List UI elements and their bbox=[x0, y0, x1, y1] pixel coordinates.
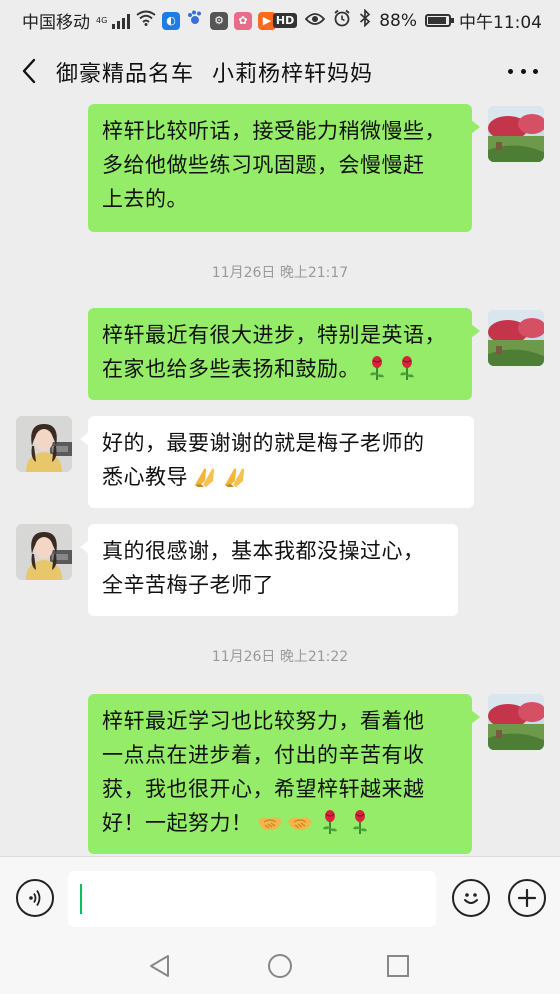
status-bar: 中国移动 4G ◐ ⚙ ✿ ▶ ··· HD 88% 中午11:04 bbox=[0, 0, 560, 38]
message-bubble[interactable]: 梓轩比较听话，接受能力稍微慢些， 多给他做些练习巩固题，会慢慢赶 上去的。 bbox=[88, 104, 480, 232]
chevron-left-icon bbox=[22, 58, 36, 84]
hd-voice-badge: HD bbox=[272, 13, 298, 28]
message-line: 梓轩比较听话，接受能力稍微慢些， bbox=[102, 119, 446, 143]
message-bubble[interactable]: 真的很感谢，基本我都没操过心， 全辛苦梅子老师了 bbox=[80, 524, 458, 616]
nav-recents-button[interactable] bbox=[382, 950, 414, 982]
wifi-icon bbox=[136, 10, 156, 31]
carrier-label: 中国移动 bbox=[22, 13, 90, 33]
paw-app-icon bbox=[186, 9, 204, 32]
browser-app-icon: ◐ bbox=[162, 11, 180, 30]
plus-icon bbox=[517, 888, 537, 908]
voice-icon bbox=[29, 890, 41, 906]
message-input[interactable] bbox=[68, 871, 436, 927]
avatar-self[interactable] bbox=[488, 694, 544, 750]
emoji-button[interactable] bbox=[452, 879, 490, 917]
triangle-back-icon bbox=[150, 955, 169, 977]
message-line: 梓轩最近有很大进步，特别是英语， bbox=[102, 323, 446, 347]
message-line: 梓轩最近学习也比较努力，看着他 bbox=[102, 709, 425, 733]
timestamp: 11月26日 晚上21:22 bbox=[211, 649, 349, 665]
system-nav-bar bbox=[0, 938, 560, 994]
alarm-icon bbox=[333, 9, 351, 32]
handshake-icon bbox=[257, 817, 282, 830]
battery-icon bbox=[425, 14, 454, 27]
timestamp: 11月26日 晚上21:17 bbox=[211, 265, 349, 281]
message-bubble[interactable]: 梓轩最近学习也比较努力，看着他 一点点在进步着，付出的辛苦有收 获，我也很开心，… bbox=[88, 694, 480, 854]
avatar-self[interactable] bbox=[488, 310, 544, 366]
bluetooth-icon bbox=[359, 8, 371, 32]
message-line: 真的很感谢，基本我都没操过心， bbox=[102, 539, 425, 563]
message-text: 好！一起努力！ bbox=[102, 811, 253, 835]
circle-home-icon bbox=[268, 954, 292, 978]
signal-icon bbox=[112, 13, 130, 29]
clock-time: 中午11:04 bbox=[459, 13, 542, 33]
avatar-contact[interactable] bbox=[16, 524, 72, 580]
message-line: 好！一起努力！ bbox=[102, 806, 458, 840]
rose-icon bbox=[370, 356, 384, 380]
rose-icon bbox=[322, 810, 337, 834]
message-line: 上去的。 bbox=[102, 187, 188, 211]
message-line: 悉心教导 bbox=[102, 460, 460, 494]
more-dot-icon bbox=[533, 68, 538, 74]
folded-hands-icon bbox=[225, 468, 244, 487]
avatar-self[interactable] bbox=[488, 106, 544, 162]
more-options-button[interactable] bbox=[508, 64, 538, 78]
handshake-icon bbox=[287, 817, 312, 830]
message-text: 悉心教导 bbox=[102, 465, 188, 489]
smiley-icon bbox=[464, 893, 478, 904]
message-bubble[interactable]: 梓轩最近有很大进步，特别是英语， 在家也给多些表扬和鼓励。 bbox=[88, 308, 480, 400]
group-name: 御豪精品名车 bbox=[56, 62, 195, 87]
message-line: 多给他做些练习巩固题，会慢慢赶 bbox=[102, 153, 425, 177]
settings-app-icon: ⚙ bbox=[210, 11, 228, 30]
text-caret bbox=[80, 884, 82, 914]
message-line: 获，我也很开心，希望梓轩越来越 bbox=[102, 777, 425, 801]
status-right: HD 88% 中午11:04 bbox=[272, 8, 542, 33]
message-text: 在家也给多些表扬和鼓励。 bbox=[102, 357, 360, 381]
contact-name: 小莉杨梓轩妈妈 bbox=[212, 62, 374, 87]
rose-icon bbox=[352, 810, 367, 834]
voice-input-button[interactable] bbox=[16, 879, 54, 917]
status-left: 中国移动 4G ◐ ⚙ ✿ ▶ ··· bbox=[22, 8, 295, 33]
nav-back-button[interactable] bbox=[144, 950, 176, 982]
square-recents-icon bbox=[387, 955, 409, 977]
page-title: 御豪精品名车 小莉杨梓轩妈妈 bbox=[56, 56, 373, 88]
battery-percent: 88% bbox=[379, 10, 417, 31]
message-bubble[interactable]: 好的，最要谢谢的就是梅子老师的 悉心教导 bbox=[80, 416, 474, 508]
message-line: 全辛苦梅子老师了 bbox=[102, 573, 274, 597]
avatar-contact[interactable] bbox=[16, 416, 72, 472]
folded-hands-icon bbox=[195, 468, 214, 487]
input-bar bbox=[0, 856, 560, 938]
message-line: 一点点在进步着，付出的辛苦有收 bbox=[102, 743, 425, 767]
rose-icon bbox=[400, 356, 414, 380]
more-dot-icon bbox=[508, 68, 513, 74]
message-line: 在家也给多些表扬和鼓励。 bbox=[102, 352, 458, 386]
photo-app-icon: ✿ bbox=[234, 11, 252, 30]
eye-comfort-icon bbox=[304, 11, 326, 31]
back-button[interactable] bbox=[14, 54, 44, 88]
message-list[interactable]: 梓轩比较听话，接受能力稍微慢些， 多给他做些练习巩固题，会慢慢赶 上去的。 11… bbox=[0, 104, 560, 856]
network-type-label: 4G bbox=[96, 15, 108, 25]
chat-header: 御豪精品名车 小莉杨梓轩妈妈 bbox=[0, 38, 560, 104]
more-functions-button[interactable] bbox=[508, 879, 546, 917]
message-line: 好的，最要谢谢的就是梅子老师的 bbox=[102, 431, 425, 455]
nav-home-button[interactable] bbox=[264, 950, 296, 982]
more-dot-icon bbox=[520, 68, 526, 74]
